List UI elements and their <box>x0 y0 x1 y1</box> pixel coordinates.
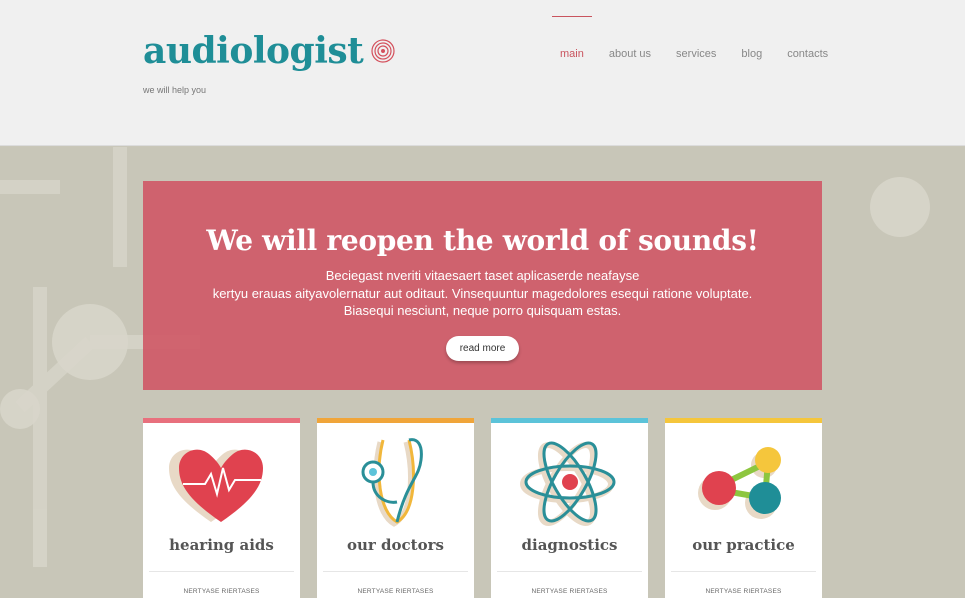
hero-title: We will reopen the world of sounds! <box>206 224 759 257</box>
card-divider <box>497 571 642 572</box>
card-accent-bar <box>317 418 474 423</box>
nav-item-main[interactable]: main <box>552 16 592 60</box>
nav-item-about-us[interactable]: about us <box>609 48 651 60</box>
card-accent-bar <box>665 418 822 423</box>
card-our-doctors[interactable]: our doctors NERTYASE RIERTASES <box>317 418 474 598</box>
nav-item-contacts[interactable]: contacts <box>787 48 828 60</box>
card-subtitle: NERTYASE RIERTASES <box>183 588 260 595</box>
card-accent-bar <box>491 418 648 423</box>
nav-item-services[interactable]: services <box>676 48 716 60</box>
target-icon <box>371 39 395 63</box>
card-title: diagnostics <box>521 536 618 554</box>
card-subtitle: NERTYASE RIERTASES <box>357 588 434 595</box>
card-diagnostics[interactable]: diagnostics NERTYASE RIERTASES <box>491 418 648 598</box>
atom-icon <box>520 441 616 526</box>
card-divider <box>323 571 468 572</box>
logo[interactable]: audiologist <box>143 30 395 72</box>
tagline: we will help you <box>143 85 207 95</box>
molecule-icon <box>698 447 781 519</box>
read-more-button[interactable]: read more <box>445 335 520 361</box>
hero-line: Biasequi nesciunt, neque porro quisquam … <box>343 303 622 318</box>
card-subtitle: NERTYASE RIERTASES <box>531 588 608 595</box>
card-our-practice[interactable]: our practice NERTYASE RIERTASES <box>665 418 822 598</box>
card-title: our practice <box>692 536 795 554</box>
stethoscope-icon <box>361 438 423 527</box>
site-header: audiologist we will help you main about … <box>0 0 965 146</box>
hero-banner: We will reopen the world of sounds! Beci… <box>143 181 822 390</box>
main-nav: main about us services blog contacts <box>552 16 853 60</box>
hero-line: kertyu erauas aityavolernatur aut oditau… <box>212 285 753 301</box>
card-hearing-aids[interactable]: hearing aids NERTYASE RIERTASES <box>143 418 300 598</box>
card-divider <box>149 571 294 572</box>
card-accent-bar <box>143 418 300 423</box>
card-divider <box>671 571 816 572</box>
nav-item-blog[interactable]: blog <box>741 48 762 60</box>
hero-line: Beciegast nveriti vitaesaert taset aplic… <box>325 268 640 283</box>
logo-text: audiologist <box>143 30 364 72</box>
card-title: hearing aids <box>169 536 274 554</box>
card-subtitle: NERTYASE RIERTASES <box>705 588 782 595</box>
card-title: our doctors <box>347 536 444 554</box>
hero-description: Beciegast nveriti vitaesaert taset aplic… <box>143 267 822 320</box>
heart-icon <box>169 449 263 522</box>
